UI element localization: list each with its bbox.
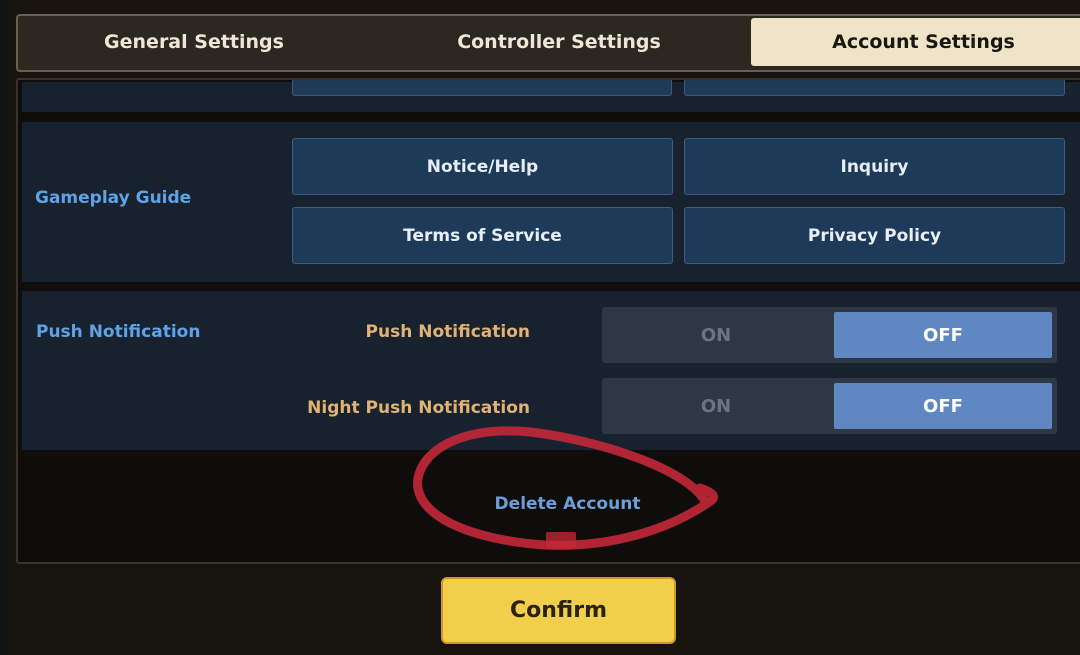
night-push-notification-off-option[interactable]: OFF — [834, 383, 1052, 429]
night-push-notification-toggle: ON OFF — [602, 378, 1057, 434]
tab-general-settings[interactable]: General Settings — [20, 18, 368, 66]
tab-controller-settings[interactable]: Controller Settings — [385, 18, 733, 66]
push-notification-label: Push Notification — [365, 322, 530, 342]
push-notification-toggle: ON OFF — [602, 307, 1057, 363]
left-edge-strip — [0, 0, 8, 655]
push-notification-on-option[interactable]: ON — [602, 307, 830, 363]
confirm-button[interactable]: Confirm — [441, 577, 676, 644]
night-push-notification-on-option[interactable]: ON — [602, 378, 830, 434]
tab-account-settings[interactable]: Account Settings — [751, 18, 1080, 66]
delete-account-link[interactable]: Delete Account — [470, 490, 665, 518]
terms-of-service-button[interactable]: Terms of Service — [292, 207, 673, 264]
gameplay-guide-label: Gameplay Guide — [35, 188, 192, 208]
push-notification-section-label: Push Notification — [36, 322, 201, 342]
previous-section-button-right[interactable] — [684, 80, 1065, 96]
privacy-policy-button[interactable]: Privacy Policy — [684, 207, 1065, 264]
notice-help-button[interactable]: Notice/Help — [292, 138, 673, 195]
inquiry-button[interactable]: Inquiry — [684, 138, 1065, 195]
night-push-notification-label: Night Push Notification — [307, 398, 530, 418]
push-notification-off-option[interactable]: OFF — [834, 312, 1052, 358]
previous-section-button-left[interactable] — [292, 80, 672, 96]
